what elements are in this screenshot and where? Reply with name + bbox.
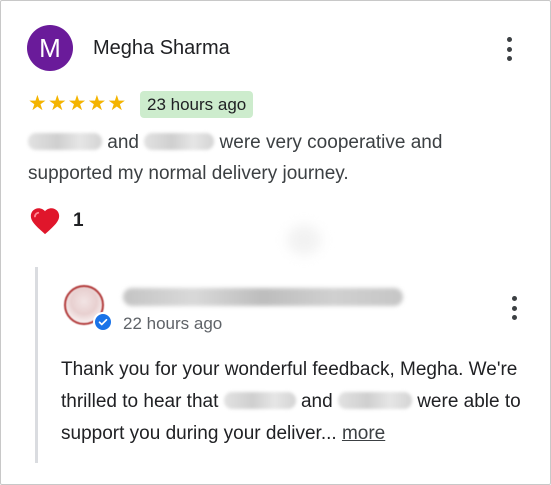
redacted-name bbox=[337, 392, 412, 409]
redacted-owner-name bbox=[123, 288, 403, 306]
reply-divider bbox=[35, 267, 38, 463]
redacted-name bbox=[28, 133, 102, 150]
reply-text: Thank you for your wonderful feedback, M… bbox=[61, 354, 541, 450]
reply-time: 22 hours ago bbox=[123, 314, 223, 333]
like-count: 1 bbox=[73, 210, 84, 231]
review-text-part: and bbox=[107, 132, 139, 153]
verified-check-icon bbox=[93, 312, 113, 332]
star-icon: ★ bbox=[67, 92, 87, 115]
redacted-name bbox=[223, 392, 296, 409]
reviewer-avatar[interactable]: M bbox=[27, 25, 73, 71]
more-vert-icon[interactable] bbox=[499, 34, 519, 64]
star-icon: ★ bbox=[47, 92, 67, 115]
star-rating: ★ ★ ★ ★ ★ bbox=[28, 93, 126, 115]
review-time-badge: 23 hours ago bbox=[140, 91, 254, 118]
reviewer-name[interactable]: Megha Sharma bbox=[93, 37, 230, 60]
star-icon: ★ bbox=[28, 92, 47, 115]
review-text: and were very cooperative and supported … bbox=[28, 127, 498, 189]
background-smudge bbox=[287, 225, 321, 255]
more-link[interactable]: more bbox=[342, 423, 385, 444]
review-card: M Megha Sharma ★ ★ ★ ★ ★ 23 hours ago an… bbox=[0, 0, 551, 485]
heart-icon[interactable] bbox=[28, 204, 62, 238]
star-icon: ★ bbox=[107, 92, 127, 115]
reply-text-part: and bbox=[300, 391, 333, 412]
avatar-letter: M bbox=[39, 32, 61, 63]
more-vert-icon[interactable] bbox=[504, 293, 524, 323]
star-icon: ★ bbox=[87, 92, 107, 115]
redacted-name bbox=[144, 133, 215, 150]
